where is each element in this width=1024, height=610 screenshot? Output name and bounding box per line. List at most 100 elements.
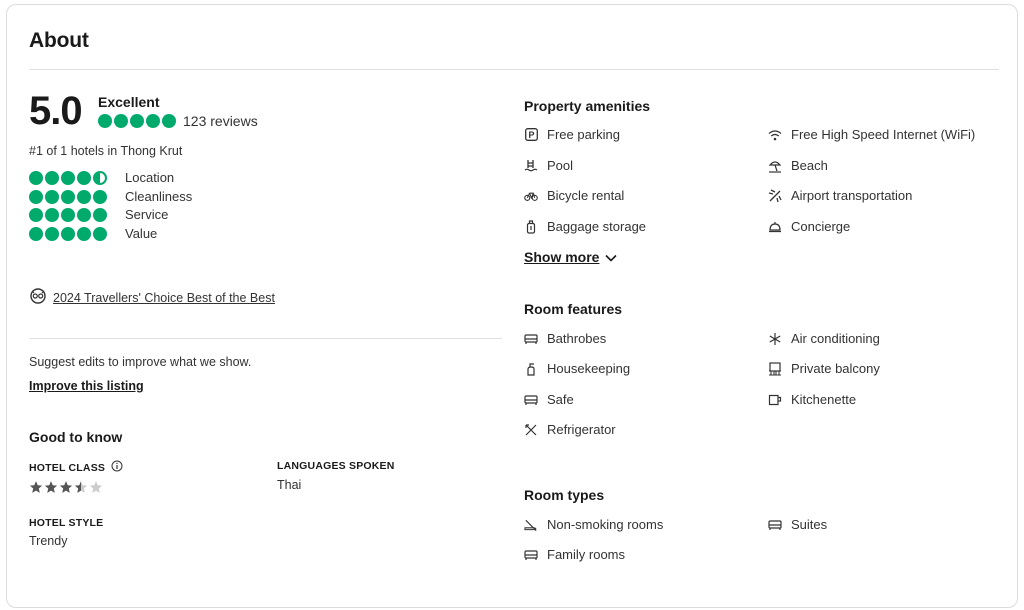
bicycle-icon	[524, 189, 538, 203]
concierge-bell-icon	[768, 220, 782, 234]
rating-bubble	[98, 114, 112, 128]
rating-bubble	[45, 170, 59, 185]
rating-bubbles	[98, 114, 176, 128]
rating-bubble-half	[93, 170, 107, 185]
feature-item: Safe	[524, 392, 574, 407]
hotel-rank[interactable]: #1 of 1 hotels in Thong Krut	[29, 144, 182, 158]
amenity-item: Free High Speed Internet (WiFi)	[768, 127, 975, 142]
hotel-class-label: HOTEL CLASS	[29, 460, 123, 475]
star-half-icon	[74, 481, 88, 493]
amenity-label: Free parking	[547, 127, 620, 142]
snowflake-icon	[768, 332, 782, 346]
amenity-item: Beach	[768, 158, 828, 173]
good-to-know-title: Good to know	[29, 429, 123, 445]
balcony-icon	[768, 361, 782, 376]
room-type-label: Non-smoking rooms	[547, 517, 664, 532]
award-label[interactable]: 2024 Travellers' Choice Best of the Best	[53, 291, 275, 305]
rating-bubble	[61, 226, 75, 241]
room-types-title: Room types	[524, 487, 605, 503]
rating-bubble	[29, 226, 43, 241]
about-card: About 5.0 Excellent 123 reviews #1 of 1 …	[6, 4, 1018, 608]
amenity-item: Bicycle rental	[524, 188, 624, 203]
category-rating-service: Service	[29, 207, 168, 222]
amenity-item: Pool	[524, 158, 573, 173]
amenity-label: Bicycle rental	[547, 188, 625, 203]
feature-item: Private balcony	[768, 361, 880, 376]
feature-item: Air conditioning	[768, 331, 880, 346]
feature-item: Refrigerator	[524, 422, 616, 437]
rating-bubble	[61, 170, 75, 185]
show-more-button[interactable]: Show more	[524, 249, 618, 265]
star-icon	[59, 481, 73, 493]
feature-label: Private balcony	[791, 361, 880, 376]
feature-item: Housekeeping	[524, 361, 630, 376]
rating-bubble	[61, 207, 75, 222]
category-label: Service	[125, 207, 169, 222]
rating-bubble	[77, 226, 91, 241]
rating-bubble	[29, 170, 43, 185]
reviews-count[interactable]: 123 reviews	[183, 113, 258, 129]
amenity-item: P Free parking	[524, 127, 620, 142]
rating-bubble	[45, 226, 59, 241]
category-label: Value	[125, 226, 158, 241]
mug-icon	[768, 393, 782, 407]
star-empty-icon	[89, 481, 103, 493]
rating-bubble	[114, 114, 128, 128]
amenity-item: Baggage storage	[524, 219, 646, 234]
section-title: About	[29, 29, 89, 52]
rating-bubble	[146, 114, 160, 128]
rating-bubble	[77, 207, 91, 222]
award-badge-icon	[29, 287, 47, 308]
hotel-class-label-text: HOTEL CLASS	[29, 461, 106, 474]
property-amenities-title: Property amenities	[524, 98, 651, 114]
feature-label: Safe	[547, 392, 574, 407]
feature-item: Bathrobes	[524, 331, 606, 346]
rating-bubble	[29, 189, 43, 204]
rating-bubble	[45, 189, 59, 204]
rating-bubble	[93, 226, 107, 241]
plane-icon	[768, 188, 782, 203]
category-bubbles	[29, 189, 125, 204]
wifi-icon	[768, 128, 782, 142]
category-rating-location: Location	[29, 170, 174, 185]
feature-label: Kitchenette	[791, 392, 857, 407]
pool-icon	[524, 159, 538, 173]
parking-icon: P	[524, 128, 538, 142]
rating-bubble	[93, 207, 107, 222]
hotel-class-stars	[29, 480, 103, 494]
hotel-style-value: Trendy	[29, 534, 68, 548]
room-type-label: Family rooms	[547, 547, 626, 562]
category-bubbles	[29, 207, 125, 222]
room-type-item: Family rooms	[524, 547, 625, 562]
feature-item: Kitchenette	[768, 392, 856, 407]
luggage-icon	[524, 219, 538, 234]
rating-bubble	[29, 207, 43, 222]
category-rating-cleanliness: Cleanliness	[29, 189, 192, 204]
improve-listing-link[interactable]: Improve this listing	[29, 379, 144, 393]
room-type-item: Suites	[768, 517, 827, 532]
bed-icon	[768, 518, 782, 532]
category-label: Location	[125, 170, 175, 185]
rating-bubble	[162, 114, 176, 128]
category-bubbles	[29, 170, 125, 185]
languages-label: LANGUAGES SPOKEN	[277, 460, 395, 472]
amenity-label: Airport transportation	[791, 188, 913, 203]
amenity-label: Pool	[547, 158, 574, 173]
info-icon[interactable]	[111, 460, 123, 475]
amenity-label: Beach	[791, 158, 828, 173]
star-icon	[29, 481, 43, 493]
bed-icon	[524, 393, 538, 407]
suggest-text: Suggest edits to improve what we show.	[29, 355, 252, 369]
rating-score: 5.0	[29, 89, 83, 133]
bed-icon	[524, 548, 538, 562]
feature-label: Air conditioning	[791, 331, 880, 346]
room-type-label: Suites	[791, 517, 828, 532]
category-label: Cleanliness	[125, 189, 193, 204]
divider	[29, 338, 502, 339]
rating-bubble	[77, 189, 91, 204]
bed-icon	[524, 332, 538, 346]
no-smoking-icon	[524, 518, 538, 532]
award-link[interactable]: 2024 Travellers' Choice Best of the Best	[29, 287, 275, 308]
svg-text:P: P	[528, 130, 534, 140]
show-more-label[interactable]: Show more	[524, 249, 599, 265]
